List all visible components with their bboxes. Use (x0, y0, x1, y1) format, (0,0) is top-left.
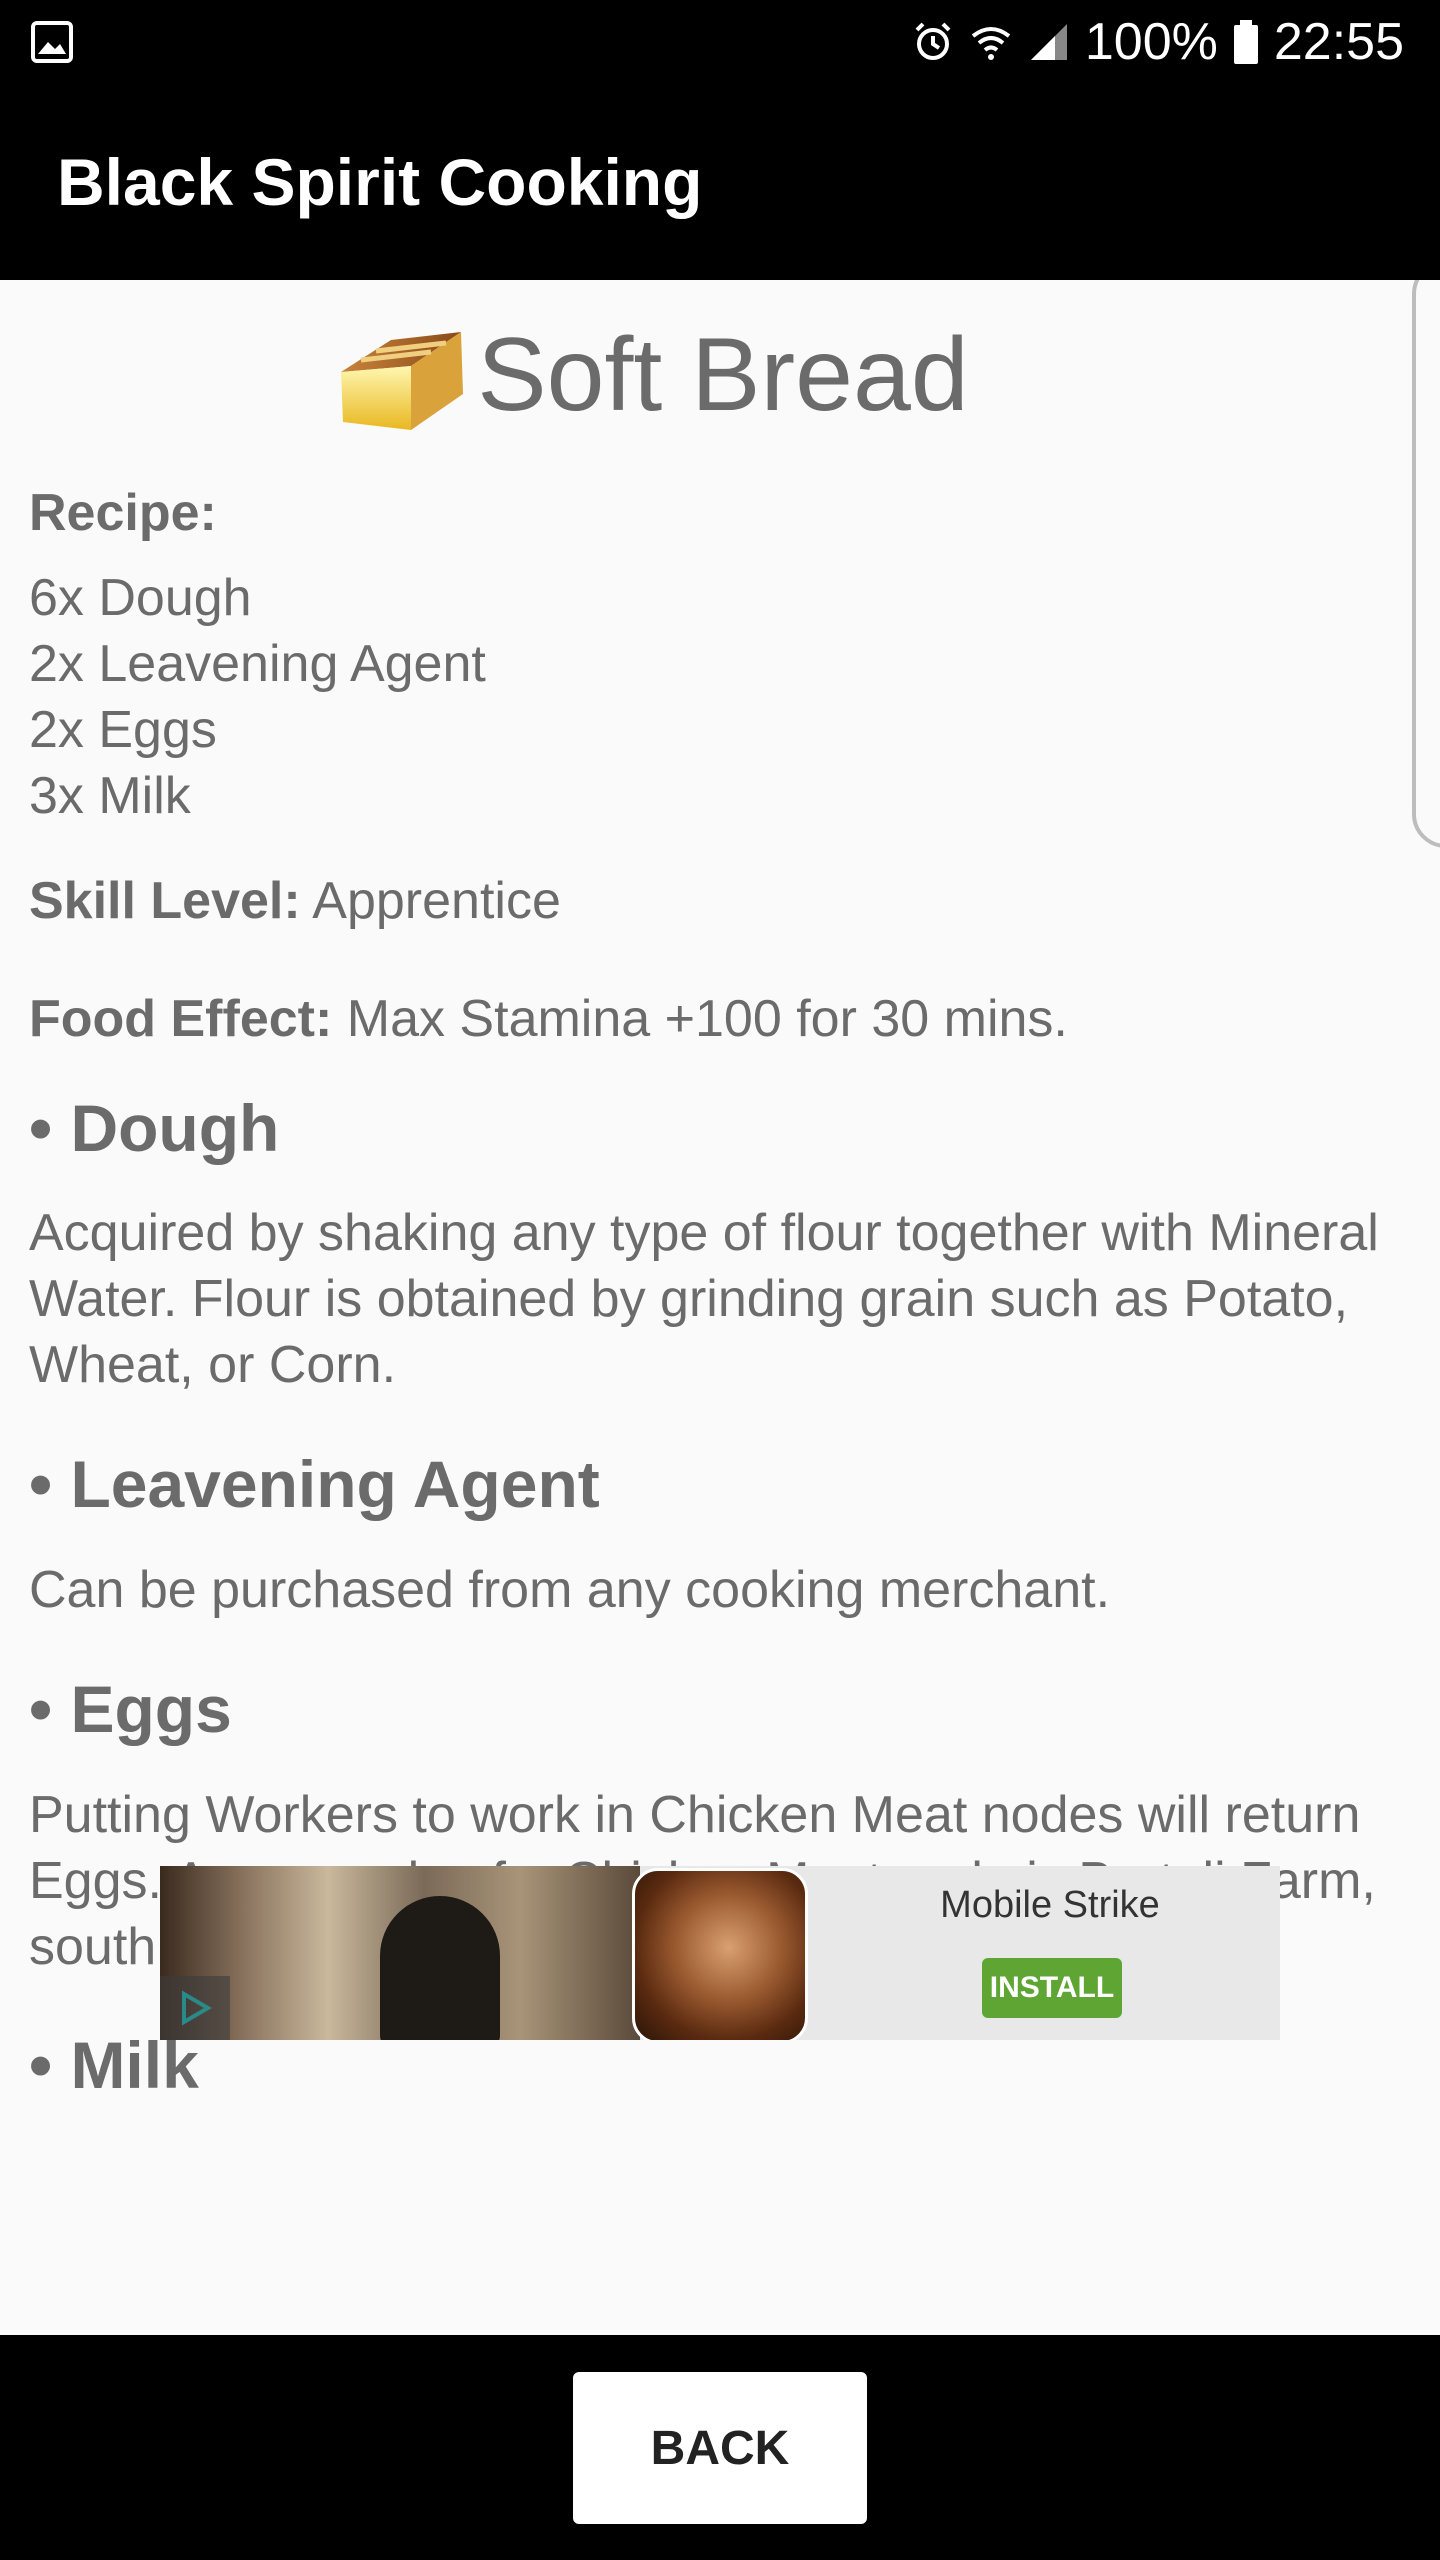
battery-icon (1232, 18, 1260, 66)
screen: 100% 22:55 Black Spirit Cooking Soft Bre… (0, 0, 1440, 2560)
skill-level-label: Skill Level: (29, 872, 301, 930)
alarm-icon (911, 20, 955, 64)
status-icons: 100% 22:55 (911, 0, 1404, 84)
app-bar: Black Spirit Cooking (0, 84, 1440, 280)
ingredient-item: 2x Leavening Agent (29, 635, 486, 693)
food-effect-value: Max Stamina +100 for 30 mins. (346, 990, 1068, 1048)
signal-icon (1027, 20, 1071, 64)
ad-video-thumbnail[interactable] (160, 1866, 640, 2040)
install-button[interactable]: INSTALL (982, 1958, 1122, 2018)
skill-level: Skill Level: Apprentice (29, 868, 1399, 934)
recipe-label: Recipe: (29, 484, 217, 542)
play-icon[interactable] (160, 1976, 230, 2040)
ad-video-figure (380, 1896, 500, 2040)
battery-percent: 100% (1084, 13, 1218, 71)
food-effect: Food Effect: Max Stamina +100 for 30 min… (29, 986, 1399, 1052)
ad-app-icon[interactable] (632, 1868, 808, 2040)
wifi-icon (969, 20, 1013, 64)
gallery-icon (28, 18, 76, 66)
skill-level-value: Apprentice (312, 872, 561, 930)
ad-banner[interactable]: Mobile Strike INSTALL (160, 1866, 1280, 2040)
ad-app-name[interactable]: Mobile Strike (900, 1884, 1200, 1927)
clock: 22:55 (1273, 13, 1404, 71)
back-button[interactable]: BACK (573, 2372, 867, 2524)
section-heading: • Dough (29, 1091, 280, 1165)
status-bar: 100% 22:55 (0, 0, 1440, 84)
bread-icon (331, 310, 471, 440)
scroll-indicator (1412, 280, 1440, 848)
app-title: Black Spirit Cooking (57, 145, 703, 219)
ingredient-item: 3x Milk (29, 767, 191, 825)
ingredient-item: 6x Dough (29, 569, 252, 627)
section-text: Can be purchased from any cooking mercha… (29, 1561, 1111, 1619)
section-heading: • Eggs (29, 1672, 232, 1746)
section-text: Acquired by shaking any type of flour to… (29, 1204, 1379, 1394)
item-header: Soft Bread (0, 310, 1300, 440)
ingredient-item: 2x Eggs (29, 701, 217, 759)
food-effect-label: Food Effect: (29, 990, 333, 1048)
bottom-bar: BACK (0, 2335, 1440, 2560)
section-heading: • Leavening Agent (29, 1447, 600, 1521)
item-title: Soft Bread (477, 316, 969, 433)
